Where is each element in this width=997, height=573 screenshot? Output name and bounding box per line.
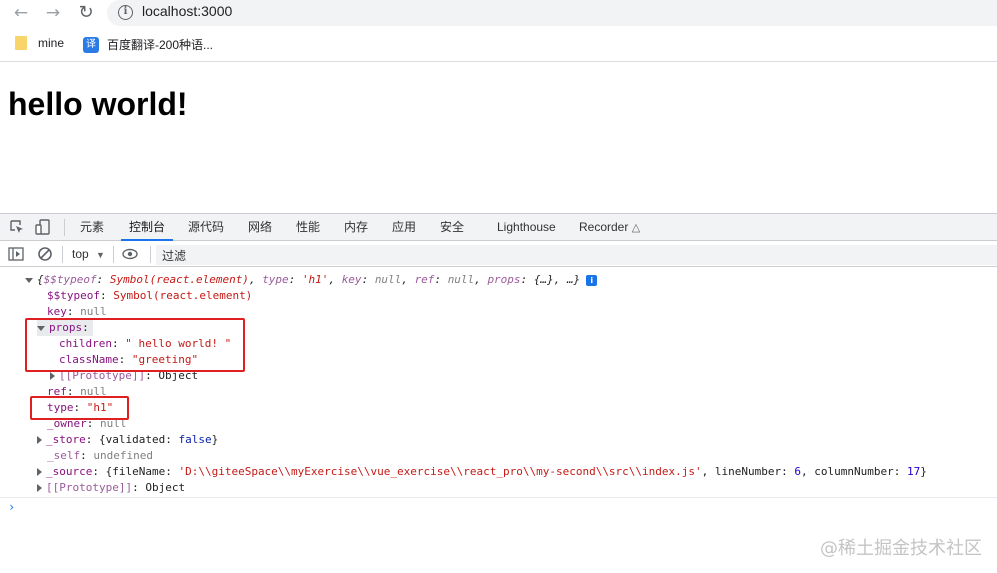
summary-key: $$typeof (43, 273, 97, 286)
toolbar-divider (62, 246, 63, 263)
tab-recorder-label: Recorder (579, 220, 629, 234)
forward-arrow-icon[interactable]: → (42, 2, 64, 24)
folder-icon (15, 36, 27, 50)
tab-network[interactable]: 网络 (248, 214, 272, 241)
prop-row-source[interactable]: _source: {fileName: 'D:\\giteeSpace\\myE… (37, 464, 927, 480)
tab-application[interactable]: 应用 (392, 214, 416, 241)
prop-row-self: _self: undefined (47, 449, 153, 462)
summary-value: {…} (533, 273, 554, 286)
prop-value: 'D:\\giteeSpace\\myExercise\\vue_exercis… (178, 465, 702, 478)
prop-value: {validated: (99, 433, 179, 446)
tab-memory[interactable]: 内存 (344, 214, 368, 241)
url-text: localhost:3000 (142, 3, 233, 19)
summary-key: ref (414, 273, 435, 286)
tab-elements[interactable]: 元素 (80, 214, 104, 241)
prop-value: {fileName: (105, 465, 179, 478)
tab-console[interactable]: 控制台 (121, 214, 174, 241)
bookmark-label: mine (38, 36, 65, 50)
summary-tail: …} (566, 273, 581, 286)
summary-value: null (374, 273, 402, 286)
highlight-box-type (30, 396, 129, 420)
url-field[interactable]: i localhost:3000 (107, 0, 997, 26)
collapse-triangle-icon[interactable] (37, 484, 42, 492)
summary-value: Symbol(react.element) (109, 273, 249, 286)
bookmark-mine[interactable]: mine (15, 36, 64, 50)
prop-key: [[Prototype]] (46, 481, 133, 494)
prop-value: false (178, 433, 212, 446)
prop-value: , columnNumber: (801, 465, 907, 478)
prop-row-typeof: $$typeof: Symbol(react.element) (47, 289, 253, 302)
devtools-tab-bar: 元素 控制台 源代码 网络 性能 内存 应用 安全 Lighthouse Rec… (0, 213, 997, 241)
prop-value: null (80, 305, 107, 318)
info-icon[interactable]: i (586, 274, 598, 286)
console-divider (0, 497, 997, 498)
site-info-icon[interactable]: i (118, 5, 133, 20)
tab-performance[interactable]: 性能 (296, 214, 320, 241)
sidebar-toggle-icon[interactable] (8, 246, 24, 262)
prop-key: key (47, 305, 67, 318)
prop-key: _self (47, 449, 81, 462)
prop-key: $$typeof (47, 289, 100, 302)
collapse-triangle-icon[interactable] (37, 468, 42, 476)
prop-value: Object (145, 481, 186, 494)
back-arrow-icon[interactable]: ← (10, 2, 32, 24)
summary-key: key (341, 273, 362, 286)
collapse-triangle-icon[interactable] (37, 436, 42, 444)
prop-row-store[interactable]: _store: {validated: false} (37, 432, 218, 448)
summary-brace: { (37, 273, 44, 286)
expand-triangle-icon[interactable] (25, 277, 33, 283)
eye-icon[interactable] (122, 246, 138, 262)
summary-value: null (447, 273, 475, 286)
summary-key: props (487, 273, 521, 286)
prop-key: _source (46, 465, 93, 478)
dropdown-arrow-icon: ▼ (96, 250, 105, 260)
baidu-translate-icon: 译 (83, 36, 99, 53)
toolbar-divider (64, 219, 65, 236)
device-toolbar-icon[interactable] (35, 219, 51, 235)
flask-icon: △ (631, 222, 641, 234)
toolbar-divider (113, 246, 114, 263)
summary-value: 'h1' (301, 273, 329, 286)
bookmarks-bar: mine 译 百度翻译-200种语... (0, 28, 997, 62)
highlight-box-props (25, 318, 245, 372)
log-summary-row[interactable]: {$$typeof: Symbol(react.element), type: … (25, 272, 598, 288)
reload-icon[interactable]: ↻ (75, 2, 97, 24)
filter-input[interactable]: 过滤 (156, 245, 997, 265)
tab-lighthouse[interactable]: Lighthouse (497, 214, 556, 241)
prop-value: 6 (794, 465, 801, 478)
prop-value: , lineNumber: (701, 465, 795, 478)
console-prompt-icon[interactable]: › (8, 500, 15, 514)
page-heading: hello world! (8, 86, 188, 122)
summary-key: type (262, 273, 289, 286)
address-bar: ← → ↻ i localhost:3000 (0, 0, 997, 28)
context-select[interactable]: top ▼ (72, 247, 105, 261)
toolbar-divider (150, 246, 151, 263)
tab-security[interactable]: 安全 (440, 214, 464, 241)
bookmark-label: 百度翻译-200种语... (107, 38, 214, 52)
clear-console-icon[interactable] (37, 246, 53, 262)
prop-value: } (211, 433, 219, 446)
prop-value: undefined (93, 449, 153, 462)
prop-value: Symbol(react.element) (113, 289, 253, 302)
bookmark-baidu-translate[interactable]: 译 百度翻译-200种语... (83, 36, 213, 53)
tab-sources[interactable]: 源代码 (188, 214, 224, 241)
filter-placeholder: 过滤 (162, 249, 187, 263)
inspect-element-icon[interactable] (9, 219, 25, 235)
prop-value: } (920, 465, 927, 478)
context-label: top (72, 247, 89, 261)
console-toolbar: top ▼ 过滤 (0, 242, 997, 267)
collapse-triangle-icon[interactable] (50, 372, 55, 380)
prop-key: _store (46, 433, 86, 446)
tab-recorder[interactable]: Recorder △ (579, 214, 640, 241)
watermark: @稀土掘金技术社区 (820, 538, 982, 559)
prop-row-prototype-root[interactable]: [[Prototype]]: Object (37, 480, 185, 496)
prop-value: 17 (906, 465, 921, 478)
